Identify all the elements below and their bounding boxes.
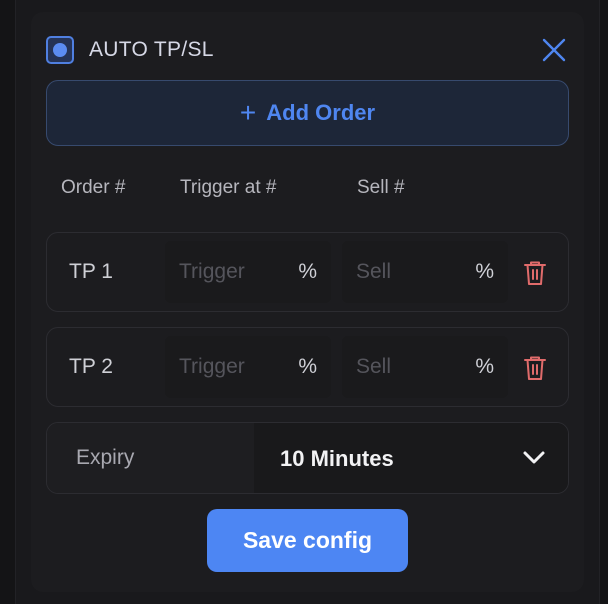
panel-header: AUTO TP/SL xyxy=(46,36,568,64)
sell-input[interactable] xyxy=(356,355,466,379)
order-label: TP 2 xyxy=(69,355,113,378)
sell-unit: % xyxy=(475,355,494,378)
save-config-button[interactable]: Save config xyxy=(207,509,408,572)
trigger-input[interactable] xyxy=(179,260,289,284)
expiry-value: 10 Minutes xyxy=(280,446,394,471)
close-icon xyxy=(542,38,566,62)
expiry-row: Expiry 10 Minutes xyxy=(46,422,569,494)
add-order-button[interactable]: + Add Order xyxy=(46,80,569,146)
trigger-field: % xyxy=(165,241,331,303)
sell-unit: % xyxy=(475,260,494,283)
sell-input[interactable] xyxy=(356,260,466,284)
checkbox-indicator xyxy=(53,43,67,57)
trigger-field: % xyxy=(165,336,331,398)
order-row-tp1: TP 1 % % xyxy=(46,232,569,312)
column-header-order: Order # xyxy=(61,177,126,198)
plus-icon: + xyxy=(239,97,257,128)
trigger-input[interactable] xyxy=(179,355,289,379)
trash-icon[interactable] xyxy=(523,355,547,381)
add-order-label: Add Order xyxy=(266,100,376,125)
column-header-trigger: Trigger at # xyxy=(180,177,277,198)
column-header-sell: Sell # xyxy=(357,177,405,198)
enable-checkbox[interactable] xyxy=(46,36,74,64)
order-label: TP 1 xyxy=(69,260,113,283)
trash-icon[interactable] xyxy=(523,260,547,286)
expiry-label: Expiry xyxy=(47,423,254,493)
order-row-tp2: TP 2 % % xyxy=(46,327,569,407)
trigger-unit: % xyxy=(298,355,317,378)
sell-field: % xyxy=(342,336,508,398)
panel-title: AUTO TP/SL xyxy=(89,38,214,61)
close-button[interactable] xyxy=(540,36,568,64)
expiry-select[interactable]: 10 Minutes xyxy=(254,423,568,493)
sell-field: % xyxy=(342,241,508,303)
chevron-down-icon xyxy=(523,451,545,464)
trigger-unit: % xyxy=(298,260,317,283)
